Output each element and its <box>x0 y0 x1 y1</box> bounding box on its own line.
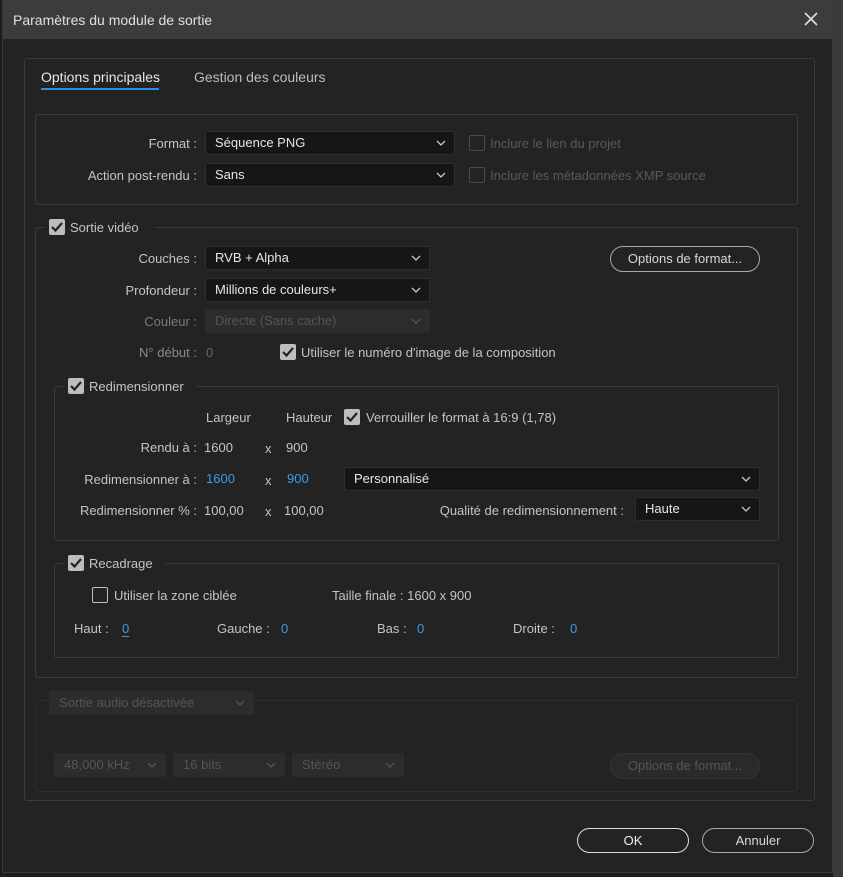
resize-to-label: Redimensionner à : <box>84 472 197 487</box>
resize-preset-dropdown[interactable]: Personnalisé <box>344 467 760 491</box>
audio-rate-value: 48,000 kHz <box>64 757 130 772</box>
start-number-label: N° début : <box>139 345 197 360</box>
render-width: 1600 <box>204 440 233 455</box>
audio-channels-value: Stéréo <box>302 757 341 772</box>
crop-label: Recadrage <box>89 556 153 571</box>
background-window-edge <box>833 0 843 877</box>
crop-checkbox[interactable] <box>68 555 84 571</box>
chevron-down-icon <box>266 762 276 768</box>
width-header: Largeur <box>206 410 251 425</box>
resize-quality-label: Qualité de redimensionnement : <box>439 503 624 518</box>
percent-height: 100,00 <box>284 503 324 518</box>
include-xmp-checkbox[interactable] <box>469 167 485 183</box>
final-size-label: Taille finale : 1600 x 900 <box>332 588 472 603</box>
resize-checkbox[interactable] <box>68 378 84 394</box>
audio-output-value: Sortie audio désactivée <box>59 695 195 710</box>
video-output-checkbox[interactable] <box>49 219 65 235</box>
post-render-dropdown[interactable]: Sans <box>205 163 455 187</box>
video-output-label: Sortie vidéo <box>70 220 139 235</box>
chevron-down-icon <box>411 318 421 324</box>
crop-top-label: Haut : <box>74 621 109 636</box>
chevron-down-icon <box>741 476 751 482</box>
crop-top-field[interactable]: 0 <box>122 621 130 637</box>
depth-value: Millions de couleurs+ <box>215 282 337 297</box>
tab-color-management[interactable]: Gestion des couleurs <box>194 69 326 85</box>
render-x: x <box>265 441 272 456</box>
dialog-title: Paramètres du module de sortie <box>13 12 213 28</box>
use-roi-checkbox[interactable] <box>92 587 108 603</box>
audio-format-options-button[interactable]: Options de format... <box>610 753 760 779</box>
channels-label: Couches : <box>138 251 197 266</box>
use-comp-frame-checkbox[interactable] <box>280 344 296 360</box>
depth-label: Profondeur : <box>125 283 197 298</box>
color-label: Couleur : <box>144 314 197 329</box>
chevron-down-icon <box>436 140 446 146</box>
active-tab-indicator <box>41 88 159 90</box>
chevron-down-icon <box>385 762 395 768</box>
depth-dropdown[interactable]: Millions de couleurs+ <box>205 278 430 302</box>
use-roi-label: Utiliser la zone ciblée <box>114 588 237 603</box>
render-at-label: Rendu à : <box>140 440 197 455</box>
audio-output-dropdown[interactable]: Sortie audio désactivée <box>49 691 254 715</box>
resize-label: Redimensionner <box>89 379 184 394</box>
start-number-value[interactable]: 0 <box>206 345 213 360</box>
audio-bits-value: 16 bits <box>183 757 222 772</box>
format-label: Format : <box>148 136 197 151</box>
post-render-label: Action post-rendu : <box>87 168 197 183</box>
include-project-link-label: Inclure le lien du projet <box>490 136 621 151</box>
include-xmp-label: Inclure les métadonnées XMP source <box>490 168 706 183</box>
resize-width-field[interactable]: 1600 <box>206 471 235 486</box>
resize-percent-label: Redimensionner % : <box>79 503 197 518</box>
format-dropdown[interactable]: Séquence PNG <box>205 131 455 155</box>
percent-x: x <box>265 504 272 519</box>
audio-rate-dropdown[interactable]: 48,000 kHz <box>54 753 166 777</box>
output-module-settings-dialog: Paramètres du module de sortie Options p… <box>2 0 833 873</box>
include-project-link-checkbox[interactable] <box>469 135 485 151</box>
chevron-down-icon <box>235 700 245 706</box>
cancel-button[interactable]: Annuler <box>702 828 814 853</box>
video-format-options-button[interactable]: Options de format... <box>610 246 760 272</box>
resize-x: x <box>265 473 272 488</box>
percent-width: 100,00 <box>204 503 244 518</box>
chevron-down-icon <box>411 287 421 293</box>
audio-channels-dropdown[interactable]: Stéréo <box>292 753 404 777</box>
chevron-down-icon <box>436 172 446 178</box>
crop-bottom-label: Bas : <box>377 621 407 636</box>
crop-right-label: Droite : <box>513 621 555 636</box>
color-dropdown[interactable]: Directe (Sans cache) <box>205 309 430 333</box>
height-header: Hauteur <box>286 410 333 425</box>
close-icon[interactable] <box>802 10 820 28</box>
resize-height-field[interactable]: 900 <box>287 471 309 486</box>
chevron-down-icon <box>741 506 751 512</box>
lock-aspect-checkbox[interactable] <box>344 409 360 425</box>
crop-bottom-field[interactable]: 0 <box>417 621 424 636</box>
chevron-down-icon <box>147 762 157 768</box>
format-value: Séquence PNG <box>215 135 306 150</box>
lock-aspect-label: Verrouiller le format à 16:9 (1,78) <box>366 410 557 425</box>
render-height: 900 <box>286 440 308 455</box>
tab-main-options[interactable]: Options principales <box>41 69 160 85</box>
color-value: Directe (Sans cache) <box>215 313 337 328</box>
crop-left-field[interactable]: 0 <box>281 621 288 636</box>
resize-quality-dropdown[interactable]: Haute <box>635 497 760 521</box>
crop-group <box>54 563 779 658</box>
audio-bits-dropdown[interactable]: 16 bits <box>173 753 285 777</box>
channels-value: RVB + Alpha <box>215 250 289 265</box>
resize-quality-value: Haute <box>645 501 680 516</box>
chevron-down-icon <box>411 255 421 261</box>
post-render-value: Sans <box>215 167 245 182</box>
use-comp-frame-label: Utiliser le numéro d'image de la composi… <box>301 345 556 360</box>
title-bar[interactable]: Paramètres du module de sortie <box>3 1 832 39</box>
ok-button[interactable]: OK <box>577 828 689 853</box>
crop-right-field[interactable]: 0 <box>570 621 577 636</box>
resize-preset-value: Personnalisé <box>354 471 430 486</box>
channels-dropdown[interactable]: RVB + Alpha <box>205 246 430 270</box>
format-group <box>35 114 798 205</box>
crop-left-label: Gauche : <box>217 621 270 636</box>
